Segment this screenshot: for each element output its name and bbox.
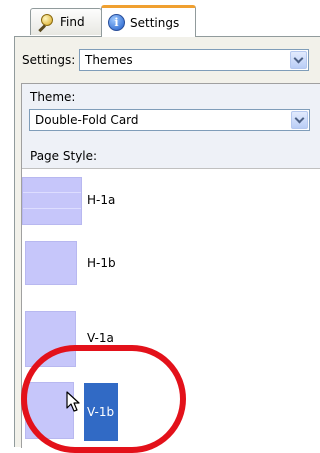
settings-label: Settings: — [22, 53, 76, 67]
page-style-name: H-1b — [87, 256, 116, 270]
settings-dropdown-value: Themes — [85, 53, 133, 67]
mouse-cursor-icon — [66, 391, 80, 412]
page-style-item-h-1b[interactable]: H-1b — [22, 231, 320, 293]
page-style-item-v-1a[interactable]: V-1a — [22, 293, 320, 367]
tab-find-label: Find — [60, 15, 85, 29]
page-style-item-h-1a[interactable]: H-1a — [22, 169, 320, 231]
selected-highlight: V-1b — [84, 383, 118, 441]
page-style-thumbnail — [25, 241, 77, 285]
settings-row: Settings: Themes — [15, 49, 320, 71]
page-style-thumbnail — [25, 311, 76, 367]
tab-settings-label: Settings — [130, 15, 180, 30]
theme-dropdown-value: Double-Fold Card — [35, 113, 139, 127]
tab-find[interactable]: Find — [30, 8, 102, 35]
settings-dropdown-button[interactable] — [290, 51, 307, 69]
theme-label: Theme: — [30, 90, 76, 104]
tab-settings[interactable]: i Settings — [101, 5, 196, 37]
theme-dropdown[interactable]: Double-Fold Card — [29, 109, 310, 131]
page-style-thumbnail — [22, 177, 82, 225]
page-style-name: V-1b — [87, 405, 115, 419]
page-style-name: V-1a — [87, 331, 114, 345]
theme-dropdown-button[interactable] — [291, 111, 308, 129]
chevron-down-icon — [294, 113, 305, 124]
settings-dropdown[interactable]: Themes — [79, 49, 309, 71]
info-icon: i — [108, 14, 125, 31]
magnifier-icon — [37, 13, 55, 33]
chevron-down-icon — [293, 53, 304, 64]
settings-panel: Settings: Themes Theme: Double-Fold Card… — [14, 36, 320, 450]
page-style-label: Page Style: — [30, 149, 98, 163]
page-style-name: H-1a — [87, 193, 116, 207]
